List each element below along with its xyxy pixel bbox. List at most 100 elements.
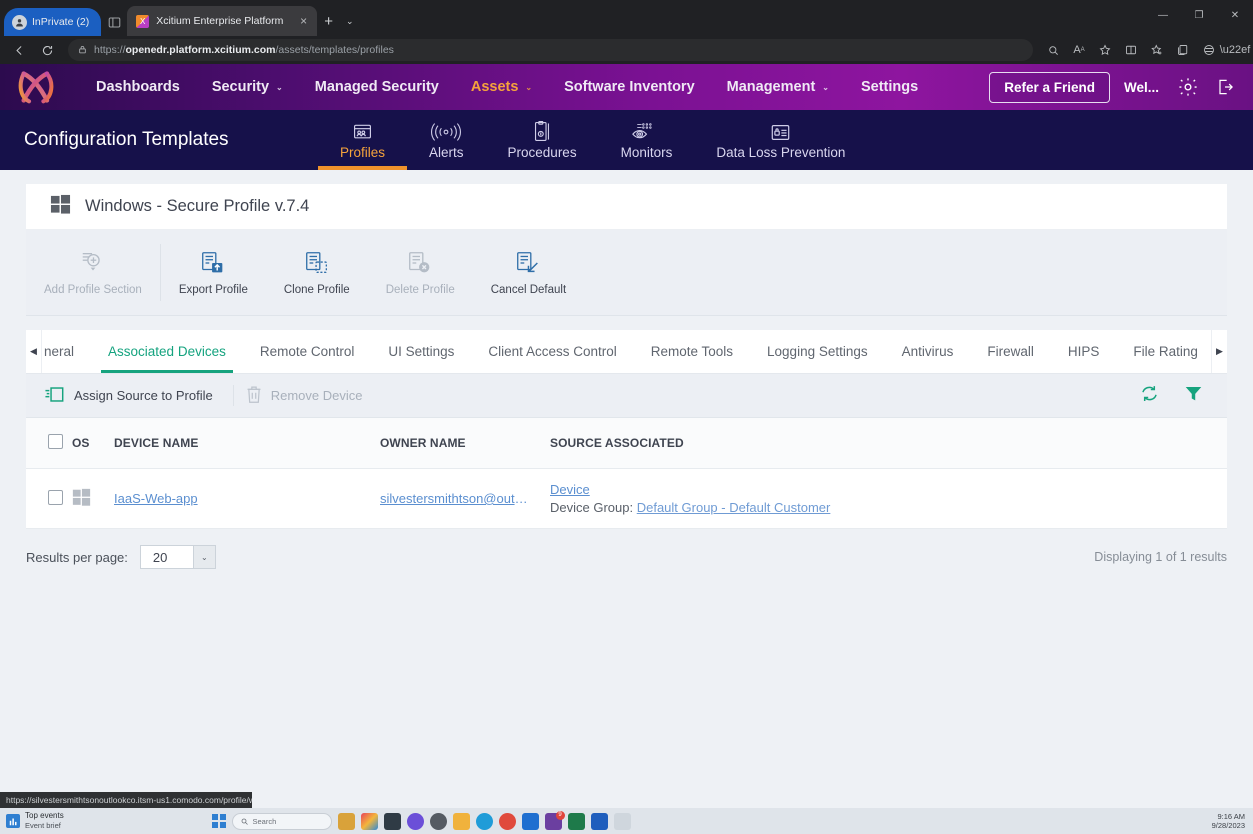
welcome-user-label[interactable]: Wel... bbox=[1110, 80, 1169, 95]
table-row[interactable]: IaaS-Web-app silvestersmithtson@outlo...… bbox=[26, 469, 1227, 529]
tab-general[interactable]: neral bbox=[42, 330, 91, 373]
nav-item-settings[interactable]: Settings bbox=[845, 79, 934, 95]
tab-remote-control[interactable]: Remote Control bbox=[243, 330, 372, 373]
subnav-item-alerts[interactable]: Alerts bbox=[407, 110, 486, 170]
column-header-os[interactable]: OS bbox=[72, 418, 114, 469]
tab-remote-tools[interactable]: Remote Tools bbox=[634, 330, 750, 373]
taskbar-app-chat-icon[interactable] bbox=[407, 813, 424, 830]
taskbar-app-terminal-icon[interactable] bbox=[384, 813, 401, 830]
column-header-device-name[interactable]: DEVICE NAME bbox=[114, 418, 380, 469]
add-favorite-icon[interactable] bbox=[1145, 38, 1169, 62]
export-profile-icon bbox=[199, 248, 227, 278]
taskbar-app-photos-icon[interactable] bbox=[361, 813, 378, 830]
taskbar-app-settings-icon[interactable] bbox=[430, 813, 447, 830]
address-bar[interactable]: https://openedr.platform.xcitium.com/ass… bbox=[68, 39, 1033, 61]
close-icon[interactable]: × bbox=[297, 14, 310, 28]
nav-item-security[interactable]: Security⌄ bbox=[196, 79, 299, 95]
taskbar-app-edge-icon[interactable] bbox=[476, 813, 493, 830]
tab-associated-devices[interactable]: Associated Devices bbox=[91, 330, 243, 373]
windows-taskbar: Top events Event brief Search 9 9:16 AM … bbox=[0, 808, 1253, 834]
browser-essentials-icon[interactable] bbox=[1197, 38, 1221, 62]
gear-icon[interactable] bbox=[1169, 76, 1207, 98]
browser-tab-active[interactable]: X Xcitium Enterprise Platform × bbox=[127, 6, 317, 36]
add-profile-section-icon bbox=[79, 248, 107, 278]
tab-file-rating[interactable]: File Rating bbox=[1116, 330, 1211, 373]
taskbar-app-teams-icon[interactable]: 9 bbox=[545, 813, 562, 830]
subnav-item-profiles[interactable]: Profiles bbox=[318, 110, 407, 170]
tab-label: Associated Devices bbox=[108, 344, 226, 359]
logout-icon[interactable] bbox=[1207, 77, 1243, 97]
source-group-label: Device Group: bbox=[550, 500, 633, 515]
refer-a-friend-button[interactable]: Refer a Friend bbox=[989, 72, 1110, 103]
minimize-button[interactable]: — bbox=[1145, 0, 1181, 30]
delete-profile-button[interactable]: Delete Profile bbox=[368, 230, 473, 315]
taskbar-clock[interactable]: 9:16 AM 9/28/2023 bbox=[1212, 812, 1253, 831]
subnav-item-monitors[interactable]: Monitors bbox=[599, 110, 695, 170]
chevron-down-icon[interactable]: ⌄ bbox=[340, 8, 360, 36]
assign-source-icon bbox=[44, 385, 65, 407]
back-icon[interactable] bbox=[6, 38, 32, 62]
maximize-button[interactable]: ❐ bbox=[1181, 0, 1217, 30]
device-name-link[interactable]: IaaS-Web-app bbox=[114, 491, 198, 506]
favorites-star-icon[interactable] bbox=[1093, 38, 1117, 62]
owner-name-link[interactable]: silvestersmithtson@outlo... bbox=[380, 491, 530, 506]
tab-hips[interactable]: HIPS bbox=[1051, 330, 1117, 373]
tab-search-panel-icon[interactable] bbox=[101, 8, 127, 36]
tab-firewall[interactable]: Firewall bbox=[970, 330, 1051, 373]
taskbar-search-input[interactable]: Search bbox=[232, 813, 332, 830]
source-type-link[interactable]: Device bbox=[550, 482, 590, 497]
browser-toolbar-icons: AA \u22ef bbox=[1041, 38, 1247, 62]
tab-client-access-control[interactable]: Client Access Control bbox=[471, 330, 633, 373]
taskbar-widget[interactable]: Top events Event brief bbox=[0, 811, 170, 831]
tab-ui-settings[interactable]: UI Settings bbox=[371, 330, 471, 373]
select-all-checkbox[interactable] bbox=[48, 434, 63, 449]
close-window-button[interactable]: ✕ bbox=[1217, 0, 1253, 30]
split-screen-icon[interactable] bbox=[1119, 38, 1143, 62]
subnav-item-procedures[interactable]: Procedures bbox=[486, 110, 599, 170]
taskbar-app-word-icon[interactable] bbox=[591, 813, 608, 830]
nav-item-assets[interactable]: Assets⌄ bbox=[455, 79, 548, 95]
zoom-icon[interactable] bbox=[1041, 38, 1065, 62]
source-group-link[interactable]: Default Group - Default Customer bbox=[637, 500, 831, 515]
results-per-page-select[interactable]: 20 ⌄ bbox=[140, 545, 216, 569]
nav-item-software-inventory[interactable]: Software Inventory bbox=[548, 79, 711, 95]
row-checkbox[interactable] bbox=[48, 490, 63, 505]
tab-label: File Rating bbox=[1133, 344, 1198, 359]
export-profile-button[interactable]: Export Profile bbox=[161, 230, 266, 315]
clone-profile-button[interactable]: Clone Profile bbox=[266, 230, 368, 315]
subnav-item-data-loss-prevention[interactable]: Data Loss Prevention bbox=[694, 110, 867, 170]
nav-item-managed-security[interactable]: Managed Security bbox=[299, 79, 455, 95]
cancel-default-icon bbox=[514, 248, 542, 278]
nav-item-management[interactable]: Management⌄ bbox=[711, 79, 845, 95]
tabs-scroll-left-icon[interactable]: ◀ bbox=[26, 330, 42, 373]
window-controls: — ❐ ✕ bbox=[1145, 0, 1253, 30]
collections-icon[interactable] bbox=[1171, 38, 1195, 62]
app-top-nav: Dashboards Security⌄ Managed Security As… bbox=[0, 64, 1253, 110]
more-options-icon[interactable]: \u22ef bbox=[1223, 38, 1247, 62]
assign-source-to-profile-button[interactable]: Assign Source to Profile bbox=[38, 385, 227, 407]
taskbar-app-chrome-icon[interactable] bbox=[499, 813, 516, 830]
column-header-owner-name[interactable]: OWNER NAME bbox=[380, 418, 550, 469]
reload-icon[interactable] bbox=[34, 38, 60, 62]
add-profile-section-button[interactable]: Add Profile Section bbox=[26, 230, 160, 315]
subnav-label: Profiles bbox=[340, 145, 385, 160]
refresh-button[interactable] bbox=[1127, 383, 1172, 409]
xcitium-logo-icon[interactable] bbox=[16, 70, 60, 104]
column-header-source-associated[interactable]: SOURCE ASSOCIATED bbox=[550, 418, 1227, 469]
new-tab-button[interactable]: + bbox=[317, 8, 340, 36]
read-aloud-icon[interactable]: AA bbox=[1067, 38, 1091, 62]
nav-item-dashboards[interactable]: Dashboards bbox=[80, 79, 196, 95]
taskbar-app-excel-icon[interactable] bbox=[568, 813, 585, 830]
taskbar-app-outlook-icon[interactable] bbox=[522, 813, 539, 830]
tabs-scroll-right-icon[interactable]: ▶ bbox=[1211, 330, 1227, 373]
start-button-icon[interactable] bbox=[212, 814, 226, 828]
taskbar-app-snip-icon[interactable] bbox=[614, 813, 631, 830]
taskbar-app-explorer-icon[interactable] bbox=[453, 813, 470, 830]
remove-device-button[interactable]: Remove Device bbox=[240, 385, 377, 407]
tab-antivirus[interactable]: Antivirus bbox=[885, 330, 971, 373]
inprivate-indicator[interactable]: InPrivate (2) bbox=[4, 8, 101, 36]
tab-logging-settings[interactable]: Logging Settings bbox=[750, 330, 885, 373]
taskbar-app-briefcase-icon[interactable] bbox=[338, 813, 355, 830]
cancel-default-button[interactable]: Cancel Default bbox=[473, 230, 584, 315]
filter-button[interactable] bbox=[1172, 384, 1215, 408]
